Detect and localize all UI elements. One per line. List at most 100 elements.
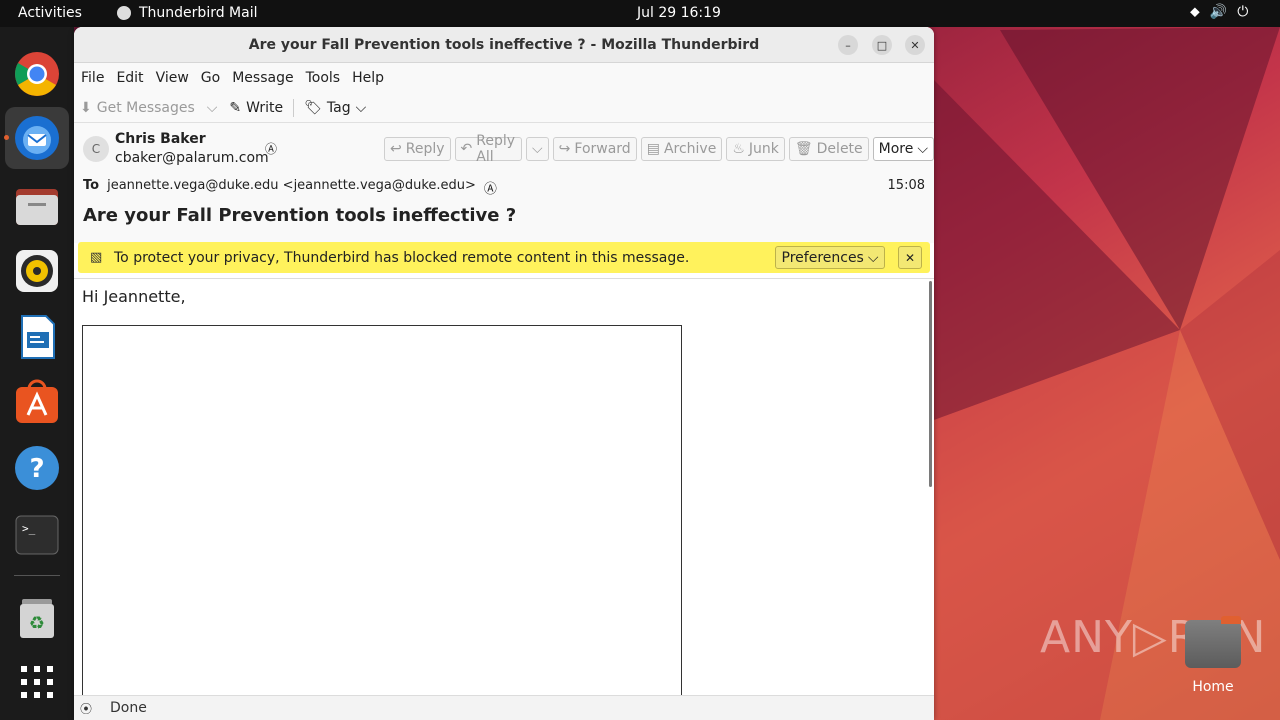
menu-bar: File Edit View Go Message Tools Help [74,63,934,93]
app-center-icon[interactable] [14,379,60,425]
notice-text: To protect your privacy, Thunderbird has… [114,250,690,266]
reply-button[interactable]: ↩ Reply [384,137,451,161]
to-label: To [83,178,100,193]
reply-label: Reply [405,141,445,157]
svg-text:?: ? [29,454,44,484]
clock[interactable]: Jul 29 16:19 [637,5,721,21]
tag-icon: 🏷 [304,99,322,116]
tag-label: Tag [326,99,351,116]
reply-all-button[interactable]: ↶ Reply All [454,133,523,165]
reply-icon: ↩ [390,141,402,157]
tag-button[interactable]: 🏷 Tag ⌵ [298,100,372,116]
write-label: Write [246,99,284,116]
pencil-icon: ✎ [229,99,242,116]
chevron-down-icon: ⌵ [206,99,218,116]
preferences-button[interactable]: Preferences ⌵ [775,246,885,269]
files-icon[interactable] [14,183,60,229]
status-text: Done [110,700,147,716]
get-messages-dropdown[interactable]: ⌵ [201,100,224,116]
message-header: C Chris Baker cbaker@palarum.com Ⓐ ↩ Rep… [74,123,934,243]
close-icon[interactable]: ✕ [905,35,925,55]
message-body: Hi Jeannette, [74,279,934,705]
terminal-icon[interactable]: >_ [14,512,60,558]
activities-button[interactable]: Activities [18,5,82,21]
svg-text:>_: >_ [22,522,36,535]
delete-button[interactable]: 🗑 Delete [788,137,869,161]
network-icon: ⬥ [1190,4,1200,20]
delete-label: Delete [816,141,863,157]
more-label: More [878,141,914,157]
window-title: Are your Fall Prevention tools ineffecti… [248,37,760,53]
dock: ? >_ ♻ [0,27,74,720]
reply-all-label: Reply All [476,133,516,165]
svg-text:♻: ♻ [29,613,45,634]
reply-all-dropdown[interactable]: ⌵ [526,137,549,161]
archive-label: Archive [663,141,717,157]
system-tray[interactable]: ⬥ 🔊 ⏻ [1190,4,1248,20]
get-messages-button[interactable]: ⬇ Get Messages [74,100,201,116]
home-folder-icon[interactable]: Home [1184,616,1242,704]
sender-email[interactable]: cbaker@palarum.com [115,150,269,166]
thunderbird-small-icon [117,6,131,20]
more-button[interactable]: More ⌵ [872,137,934,161]
archive-button[interactable]: ▤ Archive [640,137,723,161]
add-contact-icon[interactable]: Ⓐ [484,178,497,197]
menu-tools[interactable]: Tools [306,70,341,86]
top-bar: Activities Thunderbird Mail Jul 29 16:19… [0,0,1280,27]
message-time: 15:08 [887,178,925,193]
power-icon: ⏻ [1237,4,1249,20]
show-apps-icon[interactable] [14,659,60,705]
rhythmbox-icon[interactable] [14,248,60,294]
scrollbar[interactable] [929,281,932,487]
menu-edit[interactable]: Edit [116,70,143,86]
chrome-icon[interactable] [14,51,60,97]
close-icon[interactable]: ✕ [898,246,922,269]
forward-icon: ↪ [558,141,571,157]
dock-separator [14,575,60,576]
activity-icon: ⦿ [80,701,93,716]
thunderbird-window: Are your Fall Prevention tools ineffecti… [74,27,934,720]
menu-message[interactable]: Message [232,70,293,86]
toolbar-separator [293,98,295,117]
body-greeting: Hi Jeannette, [82,287,186,306]
sender-name[interactable]: Chris Baker [115,131,206,147]
help-icon[interactable]: ? [14,445,60,491]
blocked-content-icon: ▧ [90,250,103,265]
message-actions: ↩ Reply ↶ Reply All ⌵ ↪ Forward ▤ Archiv… [384,133,934,165]
archive-icon: ▤ [646,141,660,157]
app-menu[interactable]: Thunderbird Mail [117,5,258,21]
menu-go[interactable]: Go [201,70,220,86]
reply-all-icon: ↶ [460,141,473,157]
folder-icon [1185,616,1241,668]
thunderbird-icon[interactable] [14,115,60,161]
menu-help[interactable]: Help [352,70,384,86]
add-contact-icon[interactable]: Ⓐ [265,140,277,157]
chevron-down-icon: ⌵ [355,99,367,116]
forward-button[interactable]: ↪ Forward [552,137,637,161]
chevron-down-icon: ⌵ [532,141,543,157]
writer-icon[interactable] [14,314,60,360]
app-name: Thunderbird Mail [139,5,258,21]
chevron-down-icon: ⌵ [867,249,879,266]
maximize-icon[interactable]: □ [872,35,892,55]
forward-label: Forward [574,141,631,157]
status-bar: ⦿ Done [74,695,934,720]
remote-content-notice: ▧ To protect your privacy, Thunderbird h… [78,242,930,273]
download-icon: ⬇ [80,99,92,116]
menu-view[interactable]: View [156,70,189,86]
title-bar[interactable]: Are your Fall Prevention tools ineffecti… [74,27,934,63]
sender-avatar: C [83,136,109,162]
junk-button[interactable]: ♨ Junk [726,137,785,161]
menu-file[interactable]: File [81,70,104,86]
preferences-label: Preferences [781,249,864,266]
junk-label: Junk [748,141,779,157]
home-label: Home [1192,679,1234,695]
recipient-address[interactable]: jeannette.vega@duke.edu <jeannette.vega@… [107,178,476,197]
get-messages-label: Get Messages [96,99,195,116]
running-indicator [4,135,9,140]
message-subject: Are your Fall Prevention tools ineffecti… [83,205,517,226]
minimize-icon[interactable]: – [838,35,858,55]
trash-icon[interactable]: ♻ [14,595,60,641]
volume-icon: 🔊 [1209,4,1228,20]
write-button[interactable]: ✎ Write [223,100,289,116]
